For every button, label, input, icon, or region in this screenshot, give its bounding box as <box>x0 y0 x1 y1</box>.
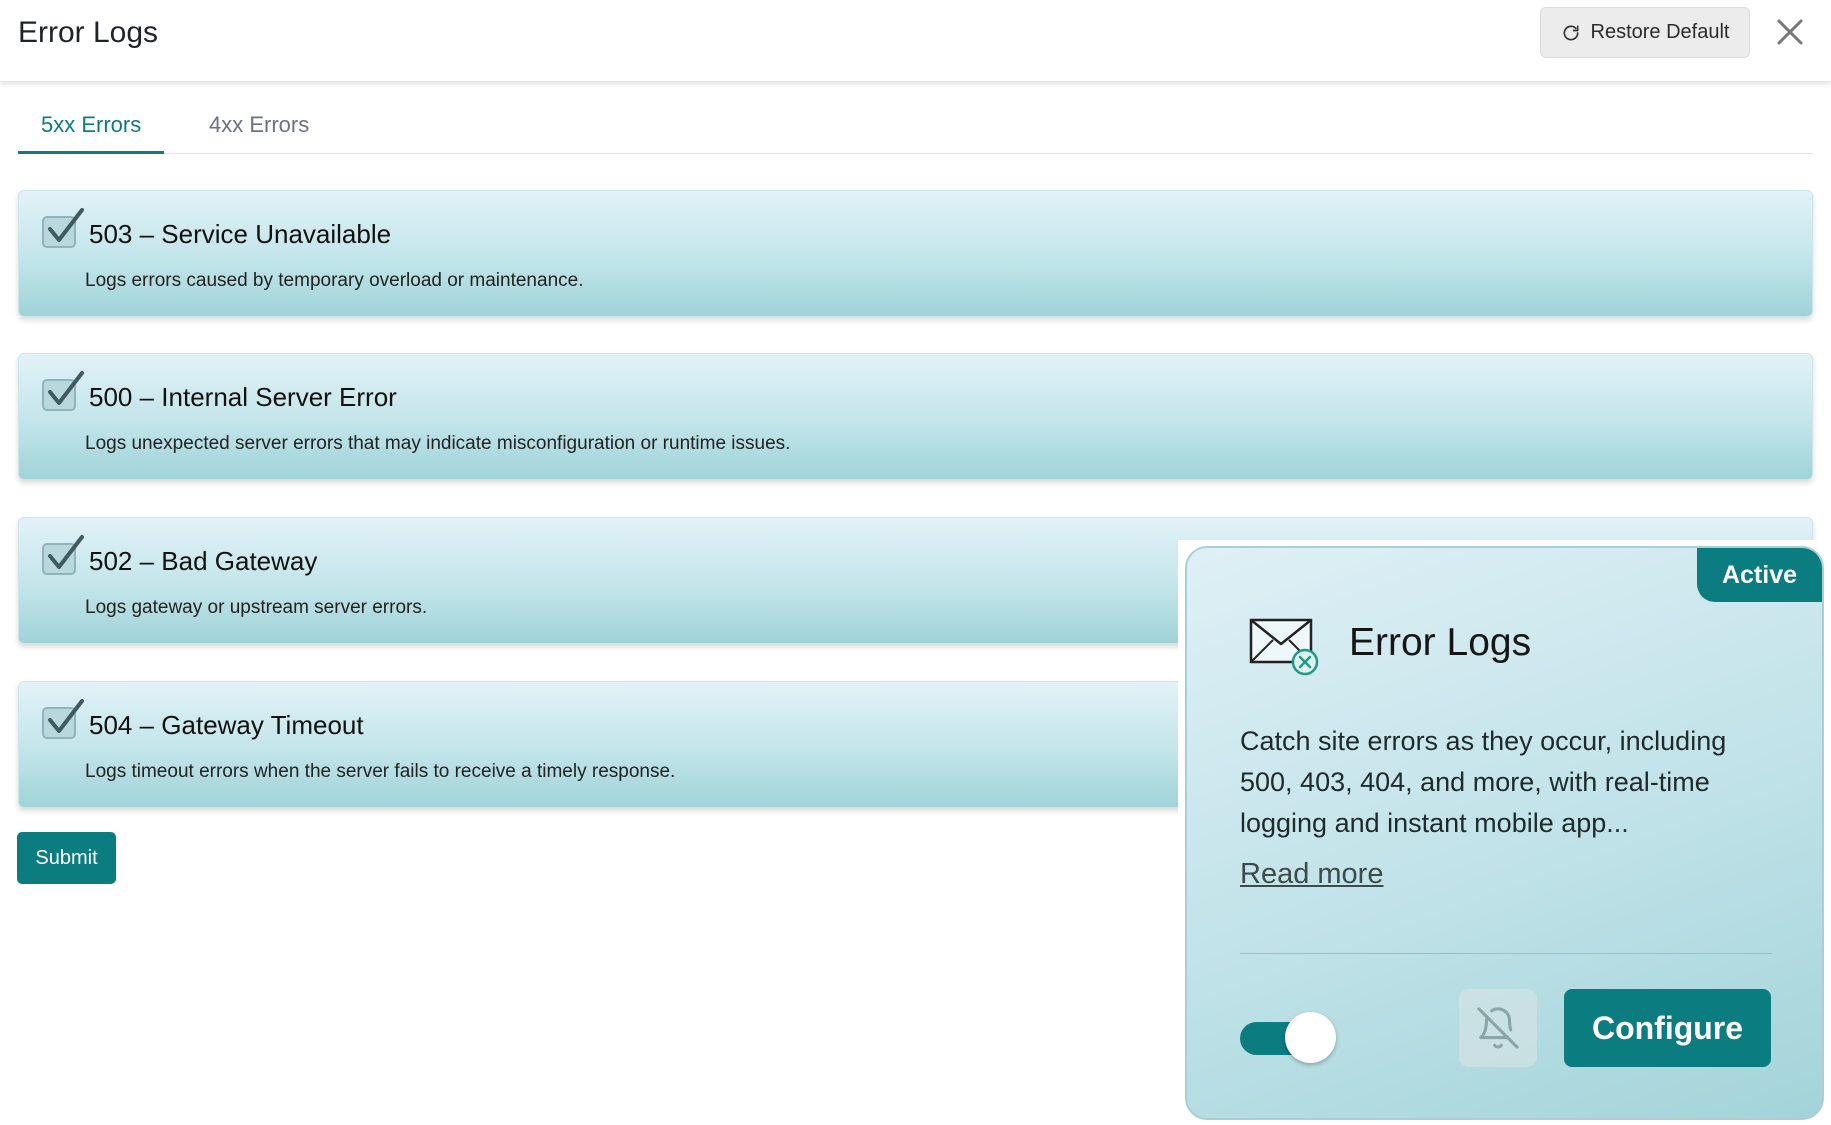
error-card-500[interactable]: 500 – Internal Server Error Logs unexpec… <box>18 353 1813 480</box>
error-description: Logs unexpected server errors that may i… <box>85 433 791 454</box>
enable-toggle[interactable] <box>1240 1012 1336 1063</box>
configure-button[interactable]: Configure <box>1564 989 1771 1067</box>
error-title: 504 – Gateway Timeout <box>89 710 364 740</box>
promo-description: Catch site errors as they occur, includi… <box>1240 726 1727 838</box>
status-badge: Active <box>1697 548 1822 602</box>
read-more-link[interactable]: Read more <box>1240 858 1383 891</box>
restore-default-label: Restore Default <box>1590 21 1730 43</box>
error-title: 502 – Bad Gateway <box>89 546 318 576</box>
error-card-503[interactable]: 503 – Service Unavailable Logs errors ca… <box>18 190 1813 317</box>
checkbox-checked-icon[interactable] <box>41 207 85 251</box>
error-title: 500 – Internal Server Error <box>89 382 397 412</box>
mail-error-icon <box>1249 618 1319 676</box>
checkbox-checked-icon[interactable] <box>41 534 85 578</box>
tab-5xx-errors[interactable]: 5xx Errors <box>18 104 165 154</box>
error-description: Logs errors caused by temporary overload… <box>85 270 584 291</box>
close-button[interactable] <box>1773 15 1807 49</box>
page-title: Error Logs <box>18 16 159 49</box>
tab-4xx-errors[interactable]: 4xx Errors <box>186 104 332 154</box>
divider <box>1240 953 1772 954</box>
toggle-knob <box>1285 1012 1336 1063</box>
checkbox-checked-icon[interactable] <box>41 698 85 742</box>
promo-title: Error Logs <box>1349 621 1532 664</box>
header: Error Logs Restore Default <box>0 0 1831 82</box>
submit-button[interactable]: Submit <box>17 832 116 884</box>
error-description: Logs timeout errors when the server fail… <box>85 761 676 782</box>
error-description: Logs gateway or upstream server errors. <box>85 597 428 618</box>
error-tabs: 5xx Errors 4xx Errors <box>18 104 1813 154</box>
bell-off-icon <box>1477 1007 1519 1049</box>
close-icon <box>1777 19 1803 45</box>
notifications-button[interactable] <box>1459 989 1537 1067</box>
error-logs-feature-card: Active Error Logs Catch site errors as t… <box>1185 546 1824 1120</box>
restore-default-button[interactable]: Restore Default <box>1540 7 1750 58</box>
checkbox-checked-icon[interactable] <box>41 370 85 414</box>
error-title: 503 – Service Unavailable <box>89 219 392 249</box>
restore-icon <box>1563 25 1579 40</box>
